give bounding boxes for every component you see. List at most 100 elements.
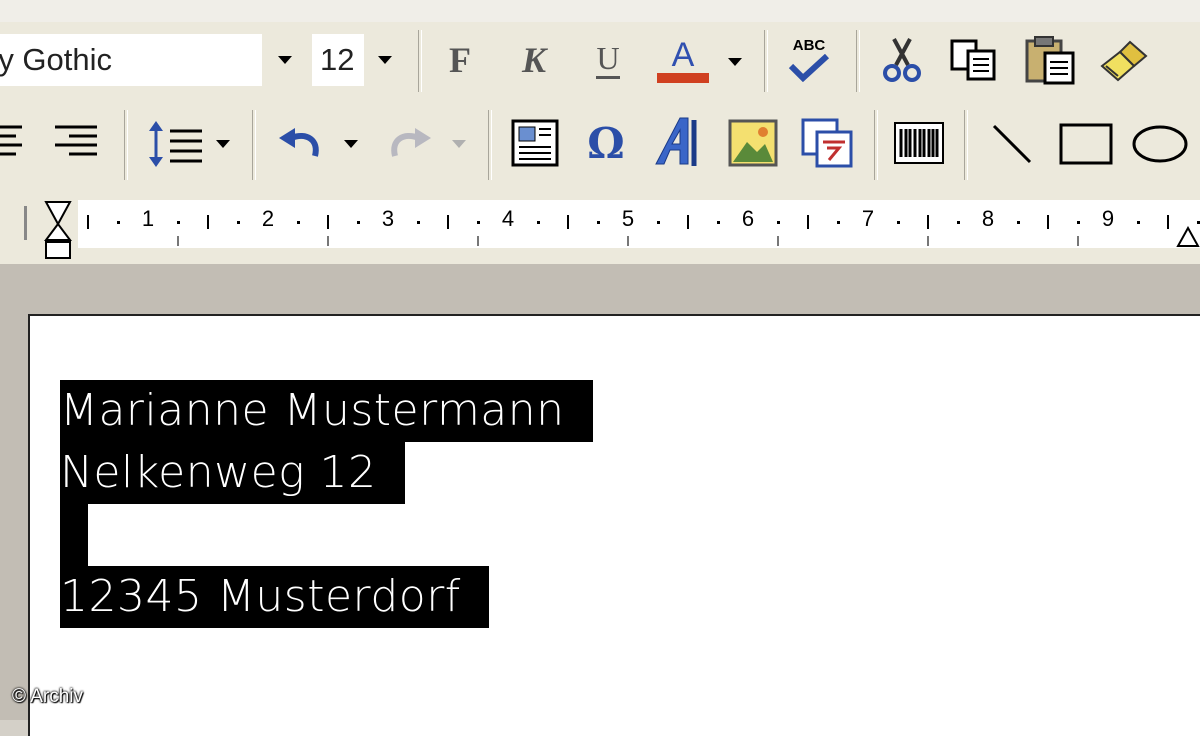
font-size-field[interactable]: 12 bbox=[312, 34, 364, 86]
ruler-dot bbox=[1077, 221, 1080, 224]
special-character-button[interactable]: Ω bbox=[578, 114, 634, 172]
checkmark-icon bbox=[788, 54, 830, 82]
spellcheck-button[interactable]: ABC bbox=[780, 32, 838, 88]
draw-ellipse-button[interactable] bbox=[1128, 116, 1192, 172]
font-name-field[interactable]: ry Gothic bbox=[0, 34, 262, 86]
font-name-dropdown-button[interactable] bbox=[268, 34, 302, 86]
copy-button[interactable] bbox=[944, 34, 1002, 86]
ruler-dot bbox=[1137, 221, 1140, 224]
font-color-button[interactable]: A bbox=[652, 32, 714, 88]
ruler-dot bbox=[477, 221, 480, 224]
address-line-city[interactable]: 12345 Musterdorf bbox=[60, 566, 489, 628]
ruler-tab-stop bbox=[1077, 236, 1079, 246]
ruler-tick bbox=[687, 215, 689, 229]
address-line-street[interactable]: Nelkenweg 12 bbox=[60, 442, 405, 504]
undo-button[interactable] bbox=[272, 116, 330, 172]
address-line-name[interactable]: Marianne Mustermann bbox=[60, 380, 593, 442]
line-icon bbox=[992, 124, 1032, 164]
first-line-indent-marker[interactable] bbox=[44, 200, 72, 260]
ruler-tick bbox=[87, 215, 89, 229]
toolbar-separator bbox=[764, 30, 768, 92]
insert-field-button[interactable] bbox=[796, 112, 858, 172]
toolbar-separator bbox=[252, 110, 256, 180]
spellcheck-label: ABC bbox=[792, 37, 826, 54]
ruler-tick bbox=[327, 215, 329, 229]
ruler-dot bbox=[537, 221, 540, 224]
scissors-icon bbox=[883, 38, 921, 82]
bold-button[interactable]: F bbox=[440, 36, 480, 84]
ruler-dot bbox=[597, 221, 600, 224]
ruler-dot bbox=[657, 221, 660, 224]
insert-picture-button[interactable] bbox=[724, 114, 782, 172]
toolbar-separator bbox=[488, 110, 492, 180]
address-line-empty[interactable] bbox=[60, 504, 88, 566]
paintbrush-icon bbox=[1100, 40, 1148, 82]
chevron-down-icon bbox=[278, 56, 292, 64]
toolbar-separator bbox=[856, 30, 860, 92]
insert-textbox-button[interactable] bbox=[506, 114, 564, 172]
document-workspace: Marianne Mustermann Nelkenweg 12 12345 M… bbox=[0, 264, 1200, 736]
clipboard-icon bbox=[1025, 36, 1075, 85]
line-spacing-dropdown-button[interactable] bbox=[208, 124, 238, 164]
document-text-icon bbox=[511, 119, 559, 167]
ruler-dot bbox=[717, 221, 720, 224]
ruler-tick bbox=[1047, 215, 1049, 229]
ruler-dot bbox=[237, 221, 240, 224]
triangle-up-icon bbox=[1176, 225, 1200, 247]
ruler-dot bbox=[837, 221, 840, 224]
ruler-tick bbox=[447, 215, 449, 229]
chevron-down-icon bbox=[728, 58, 742, 66]
wordart-button[interactable] bbox=[650, 112, 710, 172]
ruler-tick bbox=[807, 215, 809, 229]
chevron-down-icon bbox=[216, 140, 230, 148]
ruler-number: 8 bbox=[981, 206, 995, 231]
ruler-dot bbox=[1017, 221, 1020, 224]
cut-button[interactable] bbox=[878, 34, 926, 86]
format-painter-button[interactable] bbox=[1094, 32, 1154, 88]
underline-bar bbox=[596, 75, 620, 79]
barcode-button[interactable] bbox=[890, 114, 948, 172]
line-spacing-button[interactable] bbox=[144, 116, 206, 172]
right-indent-marker[interactable] bbox=[1176, 225, 1200, 248]
ruler-dot bbox=[117, 221, 120, 224]
align-right-button[interactable] bbox=[48, 116, 102, 168]
italic-label: K bbox=[521, 40, 546, 80]
toolbar-separator bbox=[124, 110, 128, 180]
ruler-tab-stop bbox=[627, 236, 629, 246]
underline-button[interactable]: U bbox=[588, 36, 628, 84]
standard-toolbar: Ω bbox=[0, 100, 1200, 188]
copy-icon bbox=[950, 39, 996, 81]
align-right-icon bbox=[55, 125, 97, 156]
toolbar-separator bbox=[964, 110, 968, 180]
font-size-dropdown-button[interactable] bbox=[368, 34, 402, 86]
font-color-bar bbox=[657, 73, 709, 83]
italic-button[interactable]: K bbox=[512, 36, 556, 84]
ruler-dot bbox=[177, 221, 180, 224]
barcode-icon bbox=[894, 122, 944, 164]
window-top-strip bbox=[0, 0, 1200, 22]
ruler-tick bbox=[567, 215, 569, 229]
ruler-number: 2 bbox=[261, 206, 275, 231]
draw-line-button[interactable] bbox=[984, 116, 1040, 172]
paste-button[interactable] bbox=[1020, 32, 1080, 88]
ruler-number: 4 bbox=[501, 206, 515, 231]
ruler-number: 1 bbox=[141, 206, 155, 231]
align-center-icon bbox=[0, 125, 22, 156]
redo-dropdown-button[interactable] bbox=[444, 124, 474, 164]
chevron-down-icon bbox=[452, 140, 466, 148]
ellipse-icon bbox=[1132, 125, 1188, 163]
document-page[interactable]: Marianne Mustermann Nelkenweg 12 12345 M… bbox=[28, 314, 1200, 736]
draw-rectangle-button[interactable] bbox=[1054, 116, 1118, 172]
undo-dropdown-button[interactable] bbox=[336, 124, 366, 164]
redo-button[interactable] bbox=[380, 116, 438, 172]
align-center-button[interactable] bbox=[0, 116, 26, 168]
ruler-dot bbox=[957, 221, 960, 224]
horizontal-ruler[interactable]: 1 2 3 4 5 6 7 8 9 bbox=[78, 200, 1200, 248]
redo-icon bbox=[391, 128, 431, 157]
ruler-dot bbox=[897, 221, 900, 224]
font-color-dropdown-button[interactable] bbox=[720, 42, 750, 82]
ruler-tab-stop bbox=[477, 236, 479, 246]
ruler-tab-stop bbox=[327, 236, 329, 246]
ruler-dot bbox=[417, 221, 420, 224]
ruler-bar: 1 2 3 4 5 6 7 8 9 bbox=[0, 188, 1200, 264]
